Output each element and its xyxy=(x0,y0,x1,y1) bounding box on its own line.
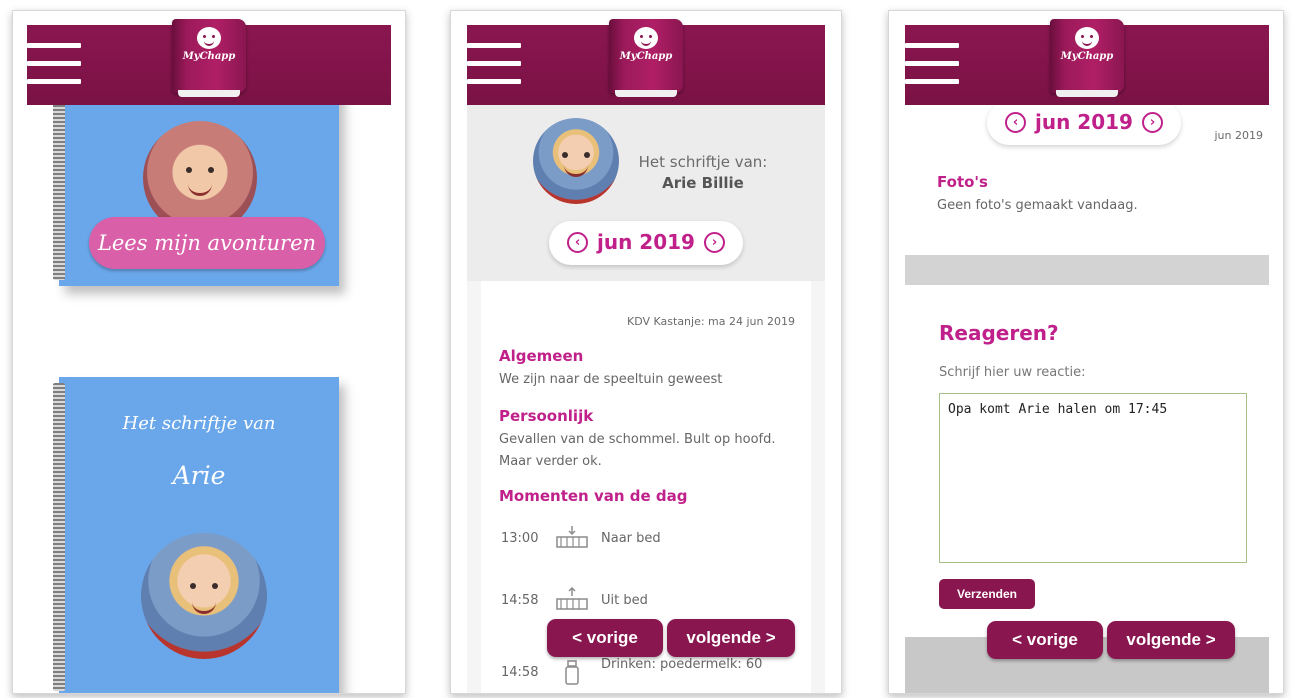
moment-text: Naar bed xyxy=(601,531,661,546)
next-month-icon[interactable]: › xyxy=(704,232,725,253)
profile-name: Arie Billie xyxy=(662,174,744,192)
child-avatar xyxy=(533,118,619,204)
section-algemeen-title: Algemeen xyxy=(499,347,584,365)
menu-icon[interactable] xyxy=(905,43,959,87)
menu-icon[interactable] xyxy=(467,43,521,87)
notebook-card-arie[interactable]: Het schriftje van Arie xyxy=(53,377,339,693)
bed-up-icon xyxy=(556,587,588,610)
mychapp-logo-icon: MyChapp xyxy=(609,19,683,97)
next-button[interactable]: volgende > xyxy=(667,619,795,657)
profile-label-text: Het schriftje van: xyxy=(638,153,768,171)
photos-title: Foto's xyxy=(937,173,988,191)
section-persoonlijk-text: Gevallen van de schommel. Bult op hoofd.… xyxy=(499,432,776,469)
reaction-title: Reageren? xyxy=(939,321,1059,345)
moment-text: Drinken: poedermelk: 60 xyxy=(601,657,763,672)
section-persoonlijk-title: Persoonlijk xyxy=(499,407,594,425)
section-algemeen-text: We zijn naar de speeltuin geweest xyxy=(499,372,723,387)
menu-icon[interactable] xyxy=(27,43,81,87)
app-header: MyChapp xyxy=(27,19,391,105)
screen-content: Het schriftje van: Arie Billie ‹ jun 201… xyxy=(467,11,825,693)
screen-diary: Het schriftje van: Arie Billie ‹ jun 201… xyxy=(450,10,842,694)
moment-time: 13:00 xyxy=(501,531,539,546)
mychapp-logo-icon: MyChapp xyxy=(172,19,246,97)
moment-row: 14:58 Drinken: poedermelk: 60 xyxy=(501,657,801,689)
screen-content: jun 2019 Foto's Geen foto's gemaakt vand… xyxy=(905,11,1269,693)
photos-text: Geen foto's gemaakt vandaag. xyxy=(937,198,1138,213)
screen-react: jun 2019 Foto's Geen foto's gemaakt vand… xyxy=(888,10,1284,694)
app-header: MyChapp xyxy=(467,19,825,105)
reaction-form: Reageren? Schrijf hier uw reactie: Opa k… xyxy=(905,285,1269,637)
section-momenten-title: Momenten van de dag xyxy=(499,487,688,505)
entry-timestamp: KDV Kastanje: ma 24 jun 2019 xyxy=(627,315,795,328)
send-button[interactable]: Verzenden xyxy=(939,579,1035,609)
moment-row: 13:00 Naar bed xyxy=(501,525,801,555)
moment-text: Uit bed xyxy=(601,593,648,608)
profile-label: Het schriftje van: Arie Billie xyxy=(623,153,783,192)
logo-text: MyChapp xyxy=(1060,51,1114,62)
next-month-icon[interactable]: › xyxy=(1142,112,1163,133)
photos-section: jun 2019 Foto's Geen foto's gemaakt vand… xyxy=(905,101,1269,255)
notebook-title: Het schriftje van xyxy=(122,413,276,434)
reaction-textarea[interactable]: Opa komt Arie halen om 17:45 xyxy=(939,393,1247,563)
notebook-name: Arie xyxy=(172,461,226,490)
logo-text: MyChapp xyxy=(619,51,673,62)
previous-button[interactable]: < vorige xyxy=(987,621,1103,659)
previous-button[interactable]: < vorige xyxy=(547,619,663,657)
bed-down-icon xyxy=(556,526,588,548)
logo-text: MyChapp xyxy=(182,51,236,62)
entry-date: jun 2019 xyxy=(1214,129,1264,142)
screen-notebooks: Lees mijn avonturen Het schriftje van Ar… xyxy=(12,10,406,694)
child-photo xyxy=(141,533,267,659)
read-adventures-button[interactable]: Lees mijn avonturen xyxy=(89,217,325,269)
next-button[interactable]: volgende > xyxy=(1107,621,1235,659)
screen-content: Lees mijn avonturen Het schriftje van Ar… xyxy=(27,11,391,693)
month-selector: ‹ jun 2019 › xyxy=(987,101,1181,145)
bottle-icon xyxy=(565,660,579,685)
month-selector: ‹ jun 2019 › xyxy=(549,221,743,265)
reaction-label: Schrijf hier uw reactie: xyxy=(939,365,1086,380)
moment-row: 14:58 Uit bed xyxy=(501,587,801,617)
moment-time: 14:58 xyxy=(501,593,539,608)
spiral-binding xyxy=(53,77,65,280)
moment-time: 14:58 xyxy=(501,665,539,680)
app-header: MyChapp xyxy=(905,19,1269,105)
mychapp-logo-icon: MyChapp xyxy=(1050,19,1124,97)
section-divider xyxy=(905,255,1269,285)
